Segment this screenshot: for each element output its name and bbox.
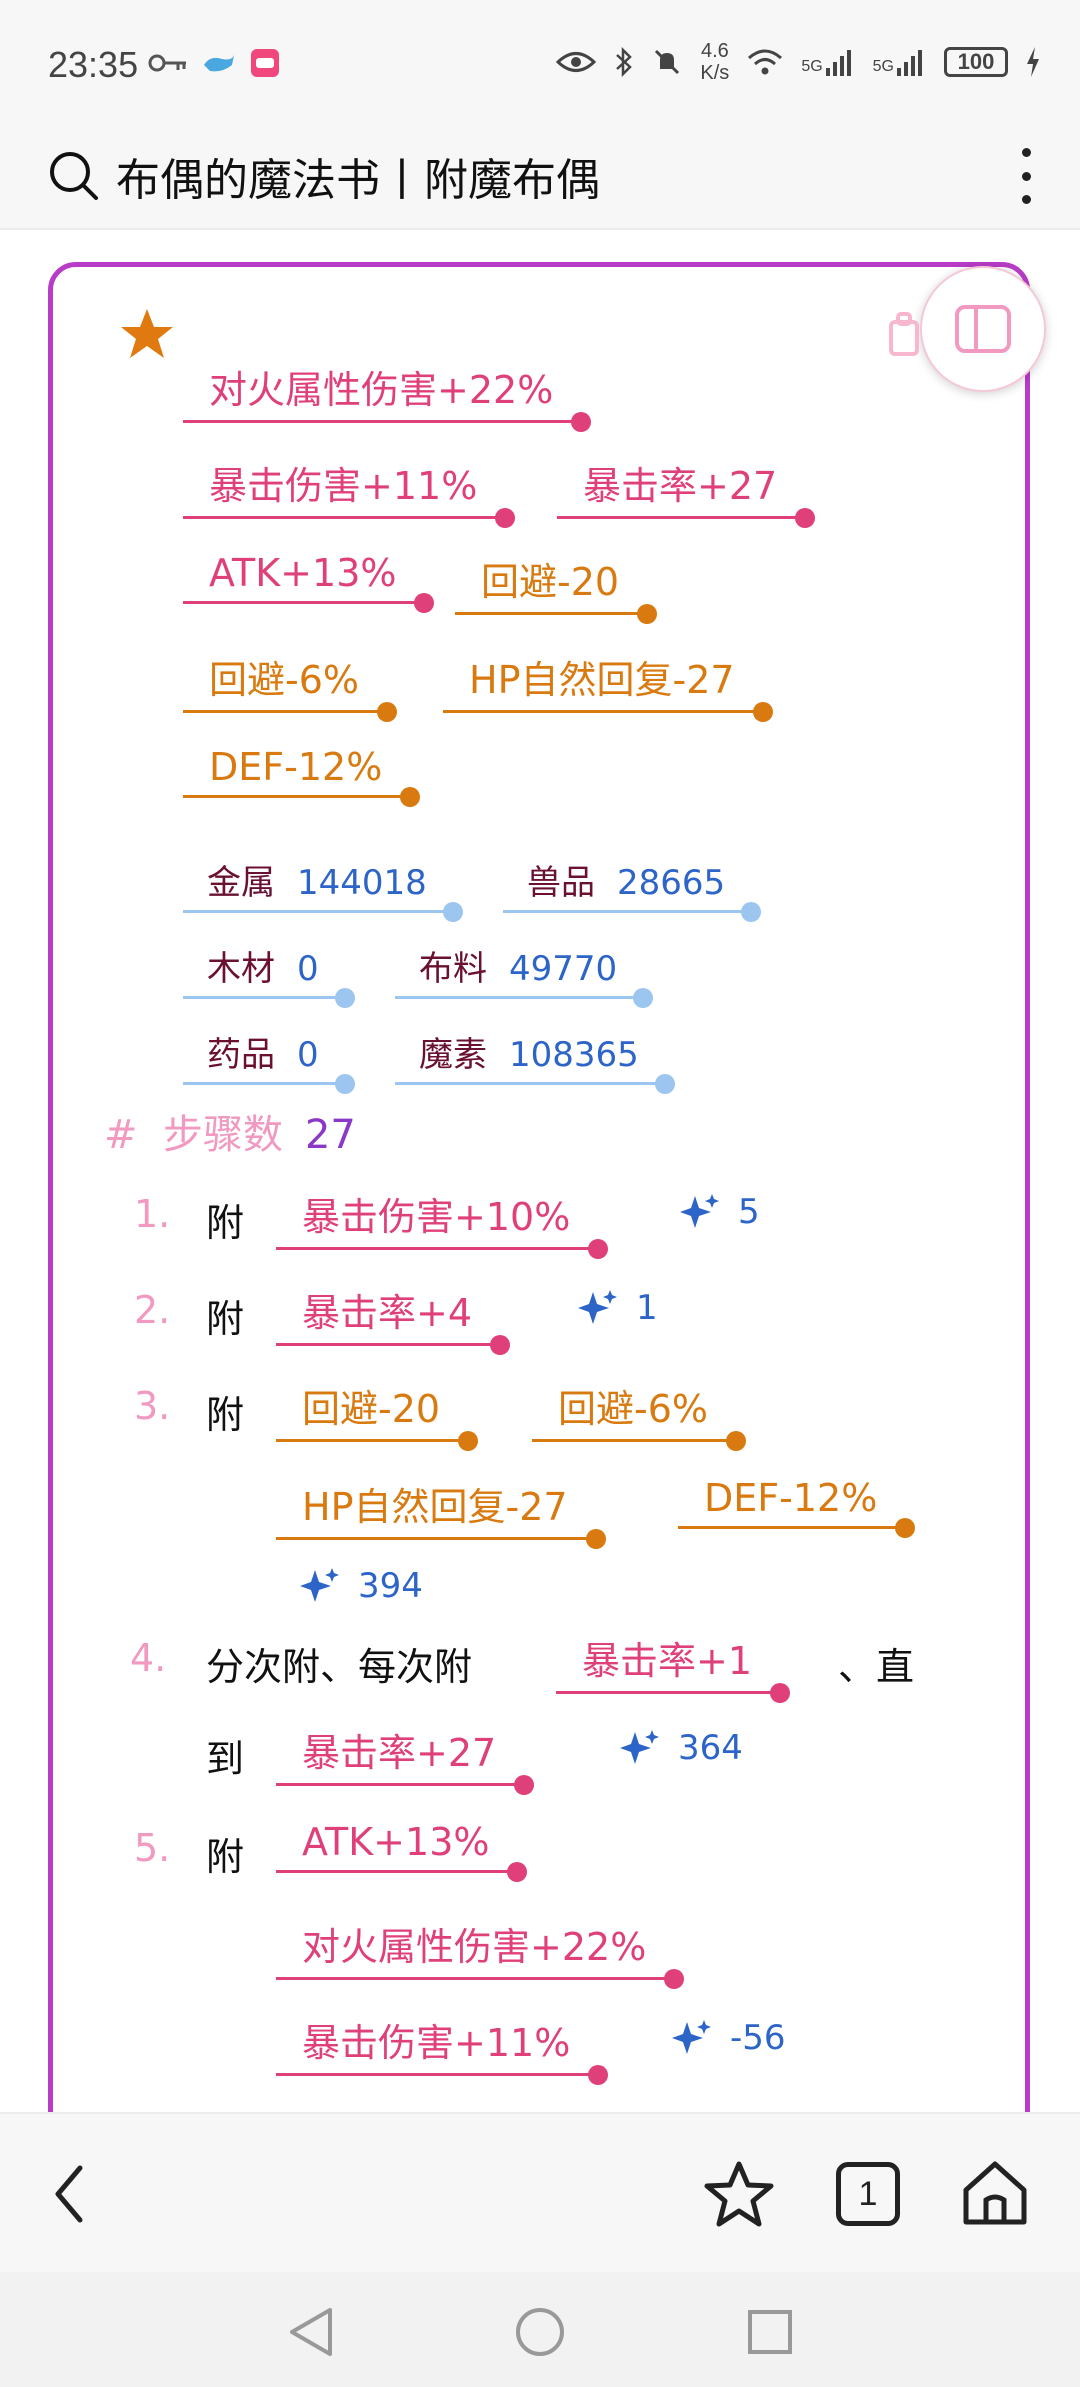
step-text: 分次附、每次附 bbox=[206, 1645, 473, 1689]
step-number: 3. bbox=[134, 1384, 171, 1428]
sparkle-icon bbox=[620, 1730, 659, 1764]
step-text: 附 bbox=[206, 1297, 245, 1341]
system-home-icon[interactable] bbox=[514, 2306, 566, 2358]
sparkle-icon bbox=[300, 1568, 339, 1602]
copy-icon[interactable] bbox=[888, 312, 920, 358]
step-cost: 364 bbox=[620, 1728, 743, 1768]
bookmark-star-icon[interactable] bbox=[704, 2160, 774, 2228]
step-number: 2. bbox=[134, 1288, 171, 1332]
clock: 23:35 bbox=[48, 44, 139, 85]
system-nav-bar bbox=[0, 2272, 1080, 2387]
target-stat-chip: 回避-6% bbox=[183, 649, 397, 722]
step-number: 1. bbox=[134, 1192, 171, 1236]
step-cost: 1 bbox=[578, 1288, 658, 1328]
home-icon[interactable] bbox=[960, 2158, 1030, 2228]
system-back-icon[interactable] bbox=[286, 2306, 336, 2358]
material-item: 兽品 28665 bbox=[503, 855, 762, 922]
material-item: 药品 0 bbox=[183, 1027, 355, 1094]
target-stat-chip: ATK+13% bbox=[183, 551, 435, 613]
search-icon[interactable] bbox=[48, 150, 100, 202]
tabs-button[interactable]: 1 bbox=[836, 2162, 900, 2226]
target-stat-chip: 回避-20 bbox=[455, 551, 658, 624]
more-options-icon[interactable] bbox=[1016, 148, 1036, 204]
charging-bolt-icon bbox=[1027, 47, 1039, 77]
steps-header: # 步骤数 27 bbox=[104, 1112, 356, 1158]
material-item: 木材 0 bbox=[183, 941, 355, 1008]
material-item: 布料 49770 bbox=[395, 941, 654, 1008]
sparkle-icon bbox=[672, 2020, 711, 2054]
app-badge-icon bbox=[251, 49, 279, 77]
browser-top-bar: 布偶的魔法书丨附魔布偶 bbox=[0, 120, 1080, 230]
system-status: 4.6 K/s 5G 5G 100 bbox=[556, 40, 1040, 84]
step-text: 、直 bbox=[838, 1645, 915, 1689]
step-chip: 回避-20 bbox=[276, 1378, 479, 1451]
step-text: 附 bbox=[206, 1393, 245, 1437]
sparkle-icon bbox=[680, 1194, 719, 1228]
step-chip: 对火属性伤害+22% bbox=[276, 1916, 685, 1989]
step-chip: 暴击伤害+10% bbox=[276, 1186, 609, 1259]
step-chip: 回避-6% bbox=[532, 1378, 746, 1451]
signal-bars-icon bbox=[897, 50, 922, 76]
step-chip: DEF-12% bbox=[678, 1476, 916, 1538]
step-number: 5. bbox=[134, 1826, 171, 1870]
material-item: 魔素 108365 bbox=[395, 1027, 675, 1094]
bluetooth-icon bbox=[616, 47, 633, 77]
step-text: 附 bbox=[206, 1201, 245, 1245]
step-chip: 暴击率+27 bbox=[276, 1722, 535, 1795]
system-recents-icon[interactable] bbox=[746, 2308, 794, 2356]
whale-icon bbox=[204, 55, 234, 72]
step-cost: 5 bbox=[680, 1192, 760, 1232]
star-icon bbox=[121, 309, 173, 358]
step-chip: HP自然回复-27 bbox=[276, 1476, 606, 1549]
step-cost: 394 bbox=[300, 1566, 423, 1606]
page-content: 对火属性伤害+22% 暴击伤害+11% 暴击率+27 ATK+13% 回避-20… bbox=[0, 232, 1080, 2112]
key-icon bbox=[148, 54, 186, 72]
notification-icons bbox=[148, 48, 280, 78]
sidebar-toggle-button[interactable] bbox=[920, 266, 1046, 392]
material-item: 金属 144018 bbox=[183, 855, 463, 922]
step-chip: 暴击伤害+11% bbox=[276, 2012, 609, 2085]
back-arrow-icon[interactable] bbox=[52, 2164, 86, 2224]
sidebar-panel-icon bbox=[955, 305, 1011, 353]
step-chip: 暴击率+4 bbox=[276, 1282, 511, 1355]
step-chip: 暴击率+1 bbox=[556, 1630, 791, 1703]
target-stat-chip: DEF-12% bbox=[183, 745, 421, 807]
network-speed: 4.6 K/s bbox=[700, 40, 730, 84]
signal-bars-icon bbox=[825, 50, 851, 76]
target-stat-chip: 暴击伤害+11% bbox=[183, 455, 516, 528]
browser-bottom-bar: 1 bbox=[0, 2112, 1080, 2272]
target-stat-chip: 暴击率+27 bbox=[557, 455, 816, 528]
target-stat-chip: HP自然回复-27 bbox=[443, 649, 773, 722]
battery-indicator: 100 bbox=[944, 47, 1008, 77]
step-text: 到 bbox=[206, 1737, 245, 1781]
signal-1: 5G bbox=[801, 48, 854, 76]
page-title[interactable]: 布偶的魔法书丨附魔布偶 bbox=[116, 144, 600, 208]
target-stat-chip: 对火属性伤害+22% bbox=[183, 359, 592, 432]
step-text: 附 bbox=[206, 1835, 245, 1879]
step-number: 4. bbox=[130, 1636, 167, 1680]
status-bar: 23:35 4.6 K/s 5G 5G 100 bbox=[0, 0, 1080, 120]
eye-icon bbox=[556, 52, 597, 72]
signal-2: 5G bbox=[873, 48, 926, 76]
step-cost: -56 bbox=[672, 2018, 786, 2058]
step-chip: ATK+13% bbox=[276, 1820, 528, 1882]
wifi-icon bbox=[748, 49, 783, 75]
mute-bell-icon bbox=[655, 49, 680, 75]
sparkle-icon bbox=[578, 1290, 617, 1324]
